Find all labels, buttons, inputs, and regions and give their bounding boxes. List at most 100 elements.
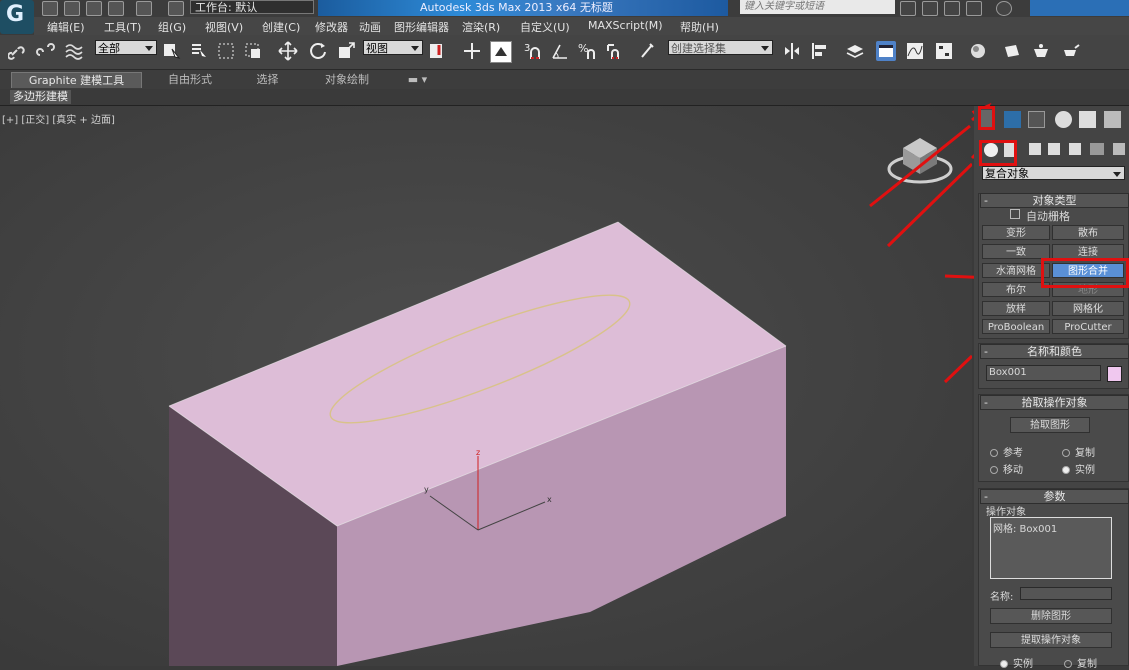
object-color-swatch[interactable] — [1107, 366, 1122, 382]
menu-rendering[interactable]: 渲染(R) — [462, 19, 500, 35]
select-manipulate-icon[interactable] — [462, 41, 482, 61]
blobmesh-button[interactable]: 水滴网格 — [982, 263, 1050, 278]
help-icon[interactable] — [996, 1, 1012, 16]
object-name-input[interactable]: Box001 — [986, 365, 1101, 381]
mirror-icon[interactable] — [782, 41, 802, 61]
utilities-tab-icon[interactable] — [1104, 111, 1121, 128]
graphite-tools-toggle-icon[interactable] — [876, 41, 896, 61]
open-file-icon[interactable] — [64, 1, 80, 16]
bind-space-warp-icon[interactable] — [64, 41, 84, 61]
lights-icon[interactable] — [1029, 143, 1041, 155]
schematic-view-icon[interactable] — [934, 41, 954, 61]
snap-3d-icon[interactable]: 3 — [524, 41, 544, 61]
pick-shape-button[interactable]: 拾取图形 — [1010, 417, 1090, 433]
tab-object-paint[interactable]: 对象绘制 — [317, 72, 377, 88]
move-icon[interactable] — [278, 41, 298, 61]
boolean-button[interactable]: 布尔 — [982, 282, 1050, 297]
cameras-icon[interactable] — [1048, 143, 1060, 155]
morph-button[interactable]: 变形 — [982, 225, 1050, 240]
category-dropdown[interactable]: 复合对象 — [982, 166, 1125, 180]
proboolean-button[interactable]: ProBoolean — [982, 319, 1050, 334]
render-production-icon[interactable] — [1060, 41, 1080, 61]
window-crossing-icon[interactable] — [243, 41, 263, 61]
name-color-header[interactable]: - 名称和颜色 — [980, 344, 1129, 359]
menu-help[interactable]: 帮助(H) — [680, 19, 719, 35]
key-icon[interactable] — [922, 1, 938, 16]
unlink-icon[interactable] — [36, 41, 56, 61]
save-file-icon[interactable] — [86, 1, 102, 16]
rendered-frame-window-icon[interactable] — [1031, 41, 1051, 61]
motion-tab-icon[interactable] — [1055, 111, 1072, 128]
viewport-label[interactable]: [+] [正交] [真实 + 边面] — [2, 111, 115, 126]
select-object-icon[interactable] — [162, 41, 182, 61]
systems-icon[interactable] — [1113, 143, 1125, 155]
connect-button[interactable]: 连接 — [1052, 244, 1124, 259]
mesher-button[interactable]: 网格化 — [1052, 301, 1124, 316]
select-by-name-icon[interactable] — [189, 41, 209, 61]
procutter-button[interactable]: ProCutter — [1052, 319, 1124, 334]
star-icon[interactable] — [966, 1, 982, 16]
extract-operand-button[interactable]: 提取操作对象 — [990, 632, 1112, 648]
operands-list[interactable]: 网格: Box001 — [990, 517, 1112, 579]
rotate-icon[interactable] — [308, 41, 328, 61]
redo-icon[interactable] — [136, 1, 152, 16]
radio-instance[interactable]: 实例 — [1062, 461, 1095, 476]
named-selection-dropdown[interactable]: 创建选择集 — [668, 40, 773, 55]
workspace-dropdown[interactable]: 工作台: 默认 — [190, 0, 314, 14]
menu-tools[interactable]: 工具(T) — [104, 19, 141, 35]
tab-selection[interactable]: 选择 — [245, 72, 290, 88]
scatter-button[interactable]: 散布 — [1052, 225, 1124, 240]
angle-snap-icon[interactable] — [550, 41, 570, 61]
display-tab-icon[interactable] — [1079, 111, 1096, 128]
menu-create[interactable]: 创建(C) — [262, 19, 300, 35]
app-logo-button[interactable]: G — [0, 0, 34, 34]
autogrid-checkbox[interactable] — [1010, 209, 1020, 219]
render-setup-icon[interactable] — [1002, 41, 1022, 61]
loft-button[interactable]: 放样 — [982, 301, 1050, 316]
edit-named-selection-icon[interactable] — [638, 41, 658, 61]
pick-operand-header[interactable]: - 拾取操作对象 — [980, 395, 1129, 410]
window-controls[interactable] — [1030, 0, 1129, 16]
viewport-perspective[interactable]: z y x — [0, 106, 972, 666]
ribbon-options-icon[interactable]: ▬ ▾ — [405, 72, 430, 88]
tab-polygon-modeling[interactable]: 多边形建模 — [10, 90, 71, 104]
object-type-header[interactable]: - 对象类型 — [980, 193, 1129, 208]
radio-extract-instance[interactable]: 实例 — [1000, 655, 1033, 670]
tab-graphite-modeling[interactable]: Graphite 建模工具 — [11, 72, 142, 88]
menu-group[interactable]: 组(G) — [158, 19, 186, 35]
spinner-snap-icon[interactable] — [604, 41, 624, 61]
parameters-header[interactable]: - 参数 — [980, 489, 1129, 504]
align-icon[interactable] — [810, 41, 830, 61]
operand-name-input[interactable] — [1020, 587, 1112, 600]
menu-edit[interactable]: 编辑(E) — [47, 19, 85, 35]
radio-copy[interactable]: 复制 — [1062, 444, 1095, 459]
operand-list-item[interactable]: 网格: Box001 — [993, 524, 1057, 535]
menu-animation[interactable]: 动画 — [359, 19, 381, 35]
delete-shape-button[interactable]: 删除图形 — [990, 608, 1112, 624]
project-folder-icon[interactable] — [168, 1, 184, 16]
modify-tab-icon[interactable] — [1004, 111, 1021, 128]
material-editor-icon[interactable] — [968, 41, 988, 61]
menu-modifiers[interactable]: 修改器 — [315, 19, 348, 35]
selection-filter-dropdown[interactable]: 全部 — [95, 40, 157, 55]
ref-coord-dropdown[interactable]: 视图 — [363, 40, 423, 55]
radio-extract-copy[interactable]: 复制 — [1064, 655, 1097, 670]
conform-button[interactable]: 一致 — [982, 244, 1050, 259]
tab-freeform[interactable]: 自由形式 — [160, 72, 220, 88]
helpers-icon[interactable] — [1069, 143, 1081, 155]
radio-reference[interactable]: 参考 — [990, 444, 1023, 459]
space-warps-icon[interactable] — [1090, 143, 1104, 155]
menu-maxscript[interactable]: MAXScript(M) — [588, 19, 663, 32]
rect-selection-icon[interactable] — [216, 41, 236, 61]
menu-graph-editors[interactable]: 图形编辑器 — [394, 19, 449, 35]
binoculars-icon[interactable] — [900, 1, 916, 16]
menu-views[interactable]: 视图(V) — [205, 19, 243, 35]
curve-editor-icon[interactable] — [905, 41, 925, 61]
percent-snap-icon[interactable]: % — [578, 41, 598, 61]
new-file-icon[interactable] — [42, 1, 58, 16]
search-input[interactable]: 键入关键字或短语 — [740, 0, 895, 14]
radio-move[interactable]: 移动 — [990, 461, 1023, 476]
scale-icon[interactable] — [337, 41, 357, 61]
pivot-center-icon[interactable] — [427, 41, 447, 61]
layer-manager-icon[interactable] — [845, 41, 865, 61]
